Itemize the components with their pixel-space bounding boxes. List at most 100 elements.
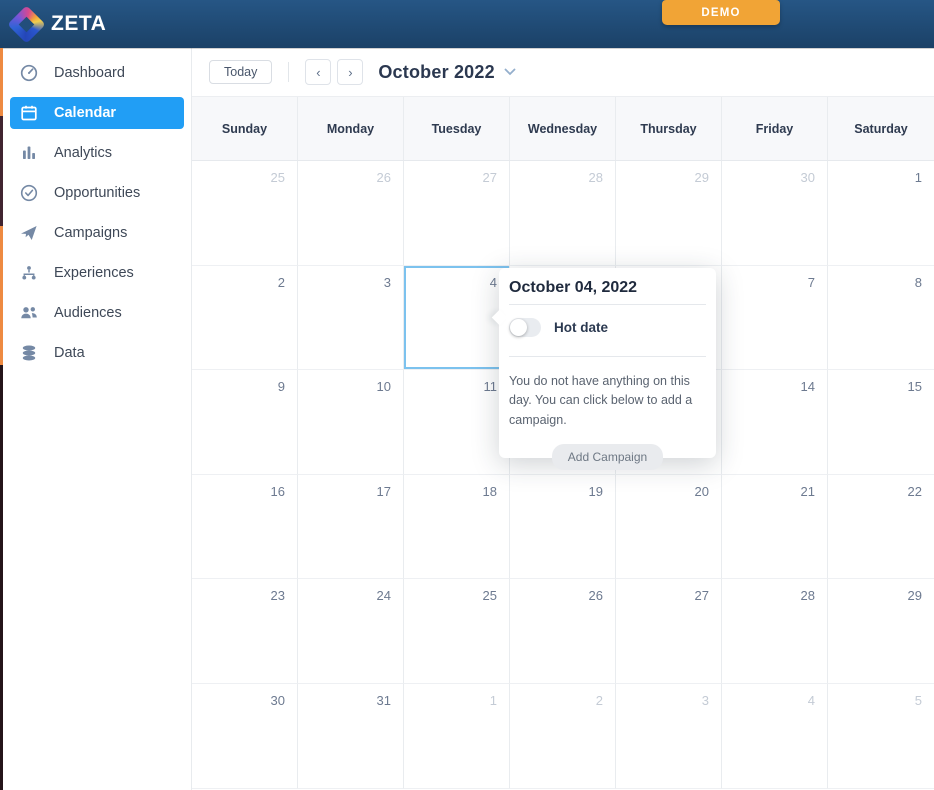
calendar-day-cell[interactable]: 27: [404, 161, 510, 266]
calendar-day-cell[interactable]: 28: [722, 579, 828, 684]
paper-plane-icon: [19, 223, 39, 243]
sidebar-item-label: Dashboard: [54, 65, 125, 81]
sidebar-item-label: Data: [54, 345, 85, 361]
calendar-day-cell[interactable]: 1: [828, 161, 934, 266]
add-campaign-button[interactable]: Add Campaign: [552, 444, 663, 470]
brand[interactable]: ZETA: [13, 11, 106, 38]
calendar-day-cell[interactable]: 3: [298, 266, 404, 371]
calendar-day-cell[interactable]: 31: [298, 684, 404, 789]
calendar-day-cell[interactable]: 19: [510, 475, 616, 580]
sidebar-item-campaigns[interactable]: Campaigns: [10, 213, 184, 253]
sidebar-item-analytics[interactable]: Analytics: [10, 133, 184, 173]
calendar-day-cell[interactable]: 24: [298, 579, 404, 684]
day-header: Tuesday: [404, 97, 510, 160]
calendar-day-cell[interactable]: 21: [722, 475, 828, 580]
calendar-day-cell[interactable]: 8: [828, 266, 934, 371]
calendar-day-cell[interactable]: 16: [192, 475, 298, 580]
sidebar-item-label: Opportunities: [54, 185, 140, 201]
calendar-day-cell[interactable]: 3: [616, 684, 722, 789]
calendar-day-cell[interactable]: 1: [404, 684, 510, 789]
sidebar-item-experiences[interactable]: Experiences: [10, 253, 184, 293]
day-header: Saturday: [828, 97, 934, 160]
calendar-day-cell[interactable]: 15: [828, 370, 934, 475]
app-window: ZETA DEMO Dashboard Calendar: [0, 0, 934, 790]
today-button[interactable]: Today: [209, 60, 272, 84]
calendar-day-cell[interactable]: 26: [298, 161, 404, 266]
hot-date-toggle[interactable]: [509, 318, 541, 337]
calendar-toolbar: Today ‹ › October 2022: [192, 48, 934, 96]
calendar-icon: [19, 103, 39, 123]
month-title: October 2022: [378, 62, 494, 83]
day-number: 11: [484, 379, 498, 394]
target-check-icon: [19, 183, 39, 203]
calendar-day-cell[interactable]: 29: [828, 579, 934, 684]
calendar-day-cell[interactable]: 9: [192, 370, 298, 475]
day-number: 4: [808, 693, 815, 708]
calendar-day-cell[interactable]: 2: [192, 266, 298, 371]
day-number: 10: [377, 379, 391, 394]
day-number: 16: [271, 484, 285, 499]
calendar-day-cell[interactable]: 22: [828, 475, 934, 580]
calendar-day-cell[interactable]: 30: [192, 684, 298, 789]
calendar-day-cell[interactable]: 18: [404, 475, 510, 580]
next-month-button[interactable]: ›: [337, 59, 363, 85]
demo-badge: DEMO: [662, 0, 780, 25]
calendar-day-cell[interactable]: 29: [616, 161, 722, 266]
bar-chart-icon: [19, 143, 39, 163]
calendar-day-cell[interactable]: 28: [510, 161, 616, 266]
day-number: 2: [278, 275, 285, 290]
day-number: 2: [596, 693, 603, 708]
calendar-day-cell[interactable]: 20: [616, 475, 722, 580]
sidebar-item-audiences[interactable]: Audiences: [10, 293, 184, 333]
calendar-day-cell[interactable]: 10: [298, 370, 404, 475]
calendar-day-cell[interactable]: 14: [722, 370, 828, 475]
calendar-day-cell[interactable]: 25: [404, 579, 510, 684]
sidebar-item-dashboard[interactable]: Dashboard: [10, 53, 184, 93]
calendar-day-cell[interactable]: 26: [510, 579, 616, 684]
day-number: 1: [490, 693, 497, 708]
day-number: 8: [915, 275, 922, 290]
chevron-down-icon[interactable]: [504, 68, 516, 76]
calendar-day-cell[interactable]: 17: [298, 475, 404, 580]
dashboard-gauge-icon: [19, 63, 39, 83]
calendar-day-cell[interactable]: 2: [510, 684, 616, 789]
calendar-day-cell[interactable]: 7: [722, 266, 828, 371]
day-header: Thursday: [616, 97, 722, 160]
calendar-day-cell[interactable]: 11: [404, 370, 510, 475]
popover-title: October 04, 2022: [509, 279, 706, 297]
day-number: 1: [915, 170, 922, 185]
day-number: 27: [483, 170, 497, 185]
calendar-day-header-row: SundayMondayTuesdayWednesdayThursdayFrid…: [192, 96, 934, 161]
day-number: 28: [801, 588, 815, 603]
calendar-day-cell[interactable]: 23: [192, 579, 298, 684]
day-number: 28: [589, 170, 603, 185]
sidebar: Dashboard Calendar Analytics: [0, 48, 192, 790]
day-number: 19: [589, 484, 603, 499]
calendar-day-cell[interactable]: 4: [722, 684, 828, 789]
calendar-day-cell[interactable]: 27: [616, 579, 722, 684]
day-header: Sunday: [192, 97, 298, 160]
database-icon: [19, 343, 39, 363]
day-number: 23: [271, 588, 285, 603]
sidebar-item-opportunities[interactable]: Opportunities: [10, 173, 184, 213]
day-number: 15: [908, 379, 922, 394]
sidebar-item-calendar[interactable]: Calendar: [10, 97, 184, 129]
toolbar-divider: [288, 62, 289, 82]
day-number: 26: [377, 170, 391, 185]
sidebar-item-data[interactable]: Data: [10, 333, 184, 373]
day-number: 26: [589, 588, 603, 603]
day-number: 29: [695, 170, 709, 185]
day-number: 31: [377, 693, 391, 708]
day-number: 27: [695, 588, 709, 603]
day-number: 5: [915, 693, 922, 708]
calendar-day-cell[interactable]: 5: [828, 684, 934, 789]
day-number: 3: [702, 693, 709, 708]
zeta-logo-icon: [7, 5, 45, 43]
prev-month-button[interactable]: ‹: [305, 59, 331, 85]
calendar-day-cell[interactable]: 25: [192, 161, 298, 266]
day-number: 25: [271, 170, 285, 185]
sitemap-icon: [19, 263, 39, 283]
calendar-day-cell[interactable]: 30: [722, 161, 828, 266]
top-navbar: ZETA DEMO: [0, 0, 934, 48]
day-number: 24: [377, 588, 391, 603]
